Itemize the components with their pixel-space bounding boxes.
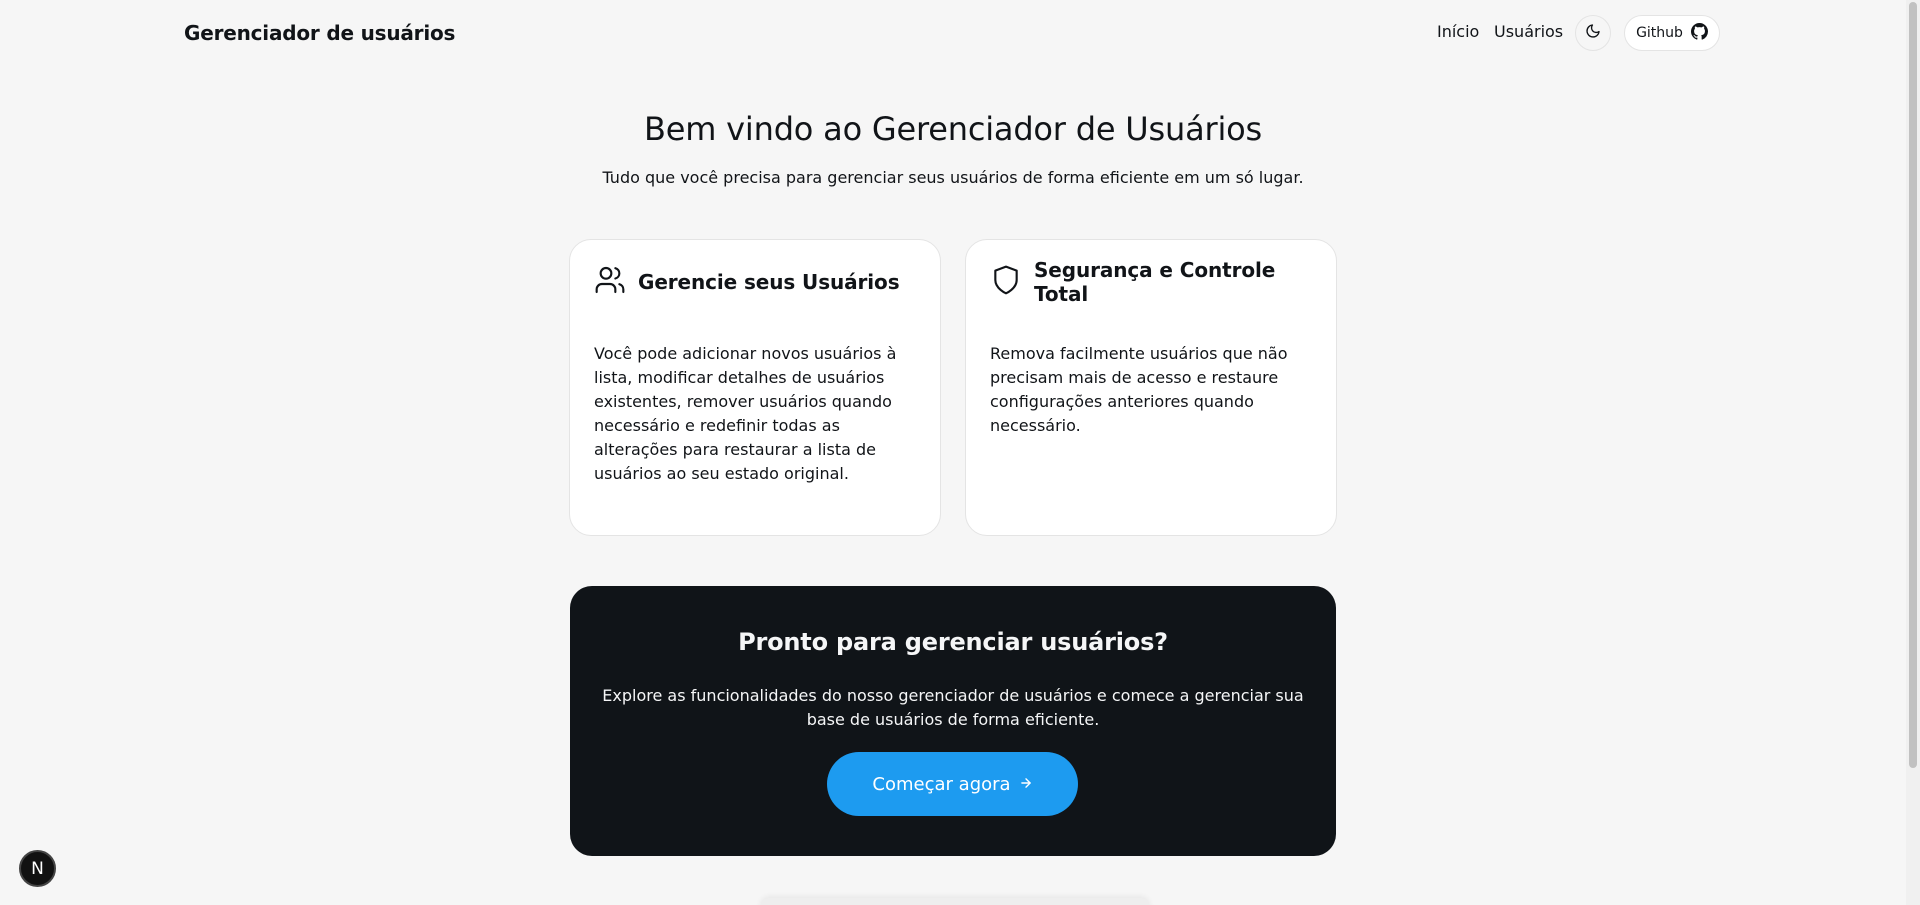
- feature-card-users: Gerencie seus Usuários Você pode adicion…: [569, 239, 941, 536]
- hero-title: Bem vindo ao Gerenciador de Usuários: [644, 110, 1262, 148]
- start-now-label: Começar agora: [872, 773, 1011, 795]
- site-header: Gerenciador de usuários Início Usuários …: [0, 0, 1906, 66]
- arrow-right-icon: [1019, 774, 1033, 795]
- users-icon: [594, 264, 626, 300]
- cta-section: Pronto para gerenciar usuários? Explore …: [570, 586, 1336, 856]
- github-button-label: Github: [1636, 25, 1683, 41]
- brand-title[interactable]: Gerenciador de usuários: [184, 21, 455, 45]
- dev-tools-badge[interactable]: N: [19, 850, 56, 887]
- feature-card-text: Remova facilmente usuários que não preci…: [990, 344, 1288, 435]
- nav-link-inicio[interactable]: Início: [1437, 22, 1479, 41]
- cta-text: Explore as funcionalidades do nosso gere…: [602, 686, 1304, 729]
- feature-card-title: Segurança e Controle Total: [1034, 258, 1276, 306]
- feature-card-header: Segurança e Controle Total: [990, 258, 1312, 306]
- nav-link-usuarios[interactable]: Usuários: [1494, 22, 1563, 41]
- cta-title: Pronto para gerenciar usuários?: [738, 628, 1168, 656]
- shield-icon: [990, 264, 1022, 300]
- moon-icon: [1585, 23, 1601, 43]
- github-button[interactable]: Github: [1624, 15, 1720, 51]
- hero-subtitle: Tudo que você precisa para gerenciar seu…: [602, 168, 1304, 187]
- bottom-section-peek: [760, 898, 1150, 905]
- feature-card-header: Gerencie seus Usuários: [594, 264, 916, 300]
- theme-toggle-button[interactable]: [1575, 15, 1611, 51]
- scrollbar-thumb[interactable]: [1909, 2, 1917, 768]
- feature-card-text: Você pode adicionar novos usuários à lis…: [594, 344, 897, 483]
- start-now-button[interactable]: Começar agora: [827, 752, 1078, 816]
- feature-card-title: Gerencie seus Usuários: [638, 270, 900, 294]
- feature-card-security: Segurança e Controle Total Remova facilm…: [965, 239, 1337, 536]
- page-scrollbar[interactable]: [1906, 0, 1920, 905]
- github-icon: [1690, 22, 1708, 44]
